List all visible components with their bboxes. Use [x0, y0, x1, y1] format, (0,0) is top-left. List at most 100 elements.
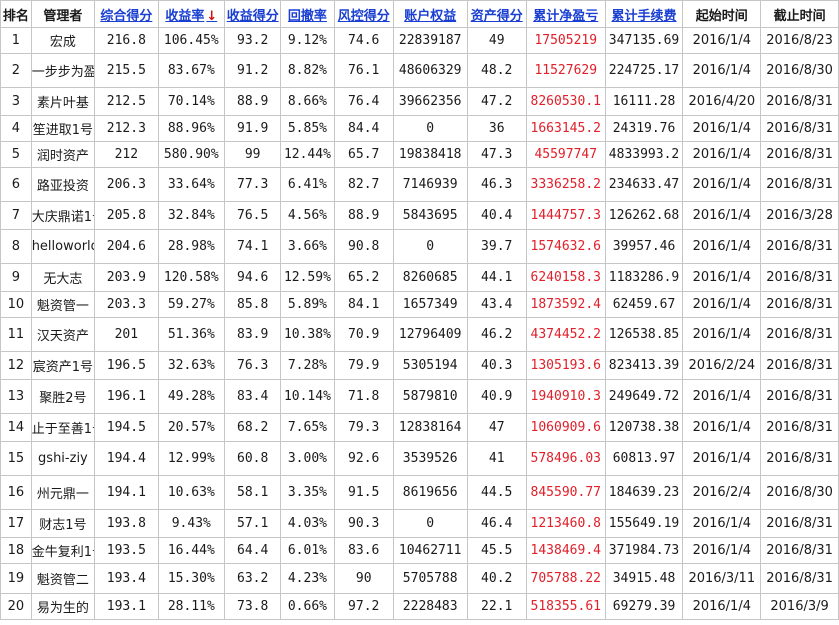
table-row[interactable]: 3 素片叶基 212.5 70.14% 88.9 8.66% 76.4 39662356 47.…: [0, 87, 839, 116]
cell-cumulative-fees: 249649.72: [604, 379, 684, 414]
cell-manager[interactable]: 魁资管二: [30, 563, 96, 594]
cell-manager[interactable]: 州元鼎一: [30, 475, 96, 510]
column-header-asset-score[interactable]: 资产得分: [466, 0, 527, 28]
cell-drawdown-rate: 8.82%: [280, 53, 335, 88]
cell-composite-score: 204.6: [94, 229, 159, 264]
table-row[interactable]: 9 无大志 203.9 120.58% 94.6 12.59% 65.2 8260685 44.…: [0, 263, 839, 292]
column-header-composite-score[interactable]: 综合得分: [94, 0, 159, 28]
cell-asset-score: 36: [466, 115, 527, 142]
cell-return-score: 88.9: [224, 87, 282, 116]
cell-asset-score: 40.9: [466, 379, 527, 414]
cell-manager[interactable]: 止于至善1号: [30, 413, 96, 442]
cell-manager[interactable]: 无大志: [30, 263, 96, 292]
cell-manager[interactable]: 润时资产: [30, 141, 96, 168]
table-row[interactable]: 5 润时资产 212 580.90% 99 12.44% 65.7 19838418 47.3 4…: [0, 141, 839, 168]
table-row[interactable]: 14止于至善1号194.520.57%68.27.65%79.312838164…: [0, 413, 839, 442]
cell-risk-score: 76.1: [333, 53, 394, 88]
cell-manager[interactable]: 宏成: [30, 27, 96, 54]
cell-asset-score: 40.4: [466, 201, 527, 230]
table-row[interactable]: 4 笙进取1号 212.3 88.96% 91.9 5.85% 84.4 0 36 1663145…: [0, 115, 839, 142]
column-header-return-score[interactable]: 收益得分: [224, 0, 282, 28]
cell-cumulative-fees: 39957.46: [604, 229, 684, 264]
cell-manager[interactable]: 易为生的: [30, 593, 96, 620]
column-header-account-equity[interactable]: 账户权益: [392, 0, 468, 28]
cell-manager[interactable]: 一步步为盈: [30, 53, 96, 88]
column-header-return-rate[interactable]: 收益率 ↓: [157, 0, 226, 28]
cell-start-date: 2016/2/4: [682, 475, 762, 510]
cell-return-score: 74.1: [224, 229, 282, 264]
cell-account-equity: 5705788: [392, 563, 468, 594]
cell-start-date: 2016/1/4: [682, 201, 762, 230]
cell-manager[interactable]: 宸资产1号: [30, 351, 96, 380]
column-header-cumulative-net-pnl[interactable]: 累计净盈亏: [525, 0, 606, 28]
table-row[interactable]: 16 州元鼎一 194.1 10.63% 58.1 3.35% 91.5 8619656 44.…: [0, 475, 839, 510]
cell-cumulative-net-pnl: 1940910.3: [525, 379, 606, 414]
table-row[interactable]: 15 gshi-ziy 194.4 12.99% 60.8 3.00% 92.6 353952…: [0, 441, 839, 476]
column-header-label: 管理者: [43, 8, 83, 24]
cell-cumulative-fees: 120738.38: [604, 413, 684, 442]
cell-start-date: 2016/1/4: [682, 167, 762, 202]
cell-cumulative-net-pnl: 845590.77: [525, 475, 606, 510]
column-header-drawdown-rate[interactable]: 回撤率: [280, 0, 335, 28]
column-header-cumulative-fees[interactable]: 累计手续费: [604, 0, 684, 28]
cell-cumulative-fees: 4833993.2: [604, 141, 684, 168]
cell-cumulative-net-pnl: 578496.03: [525, 441, 606, 476]
cell-rank: 20: [0, 593, 32, 620]
table-row[interactable]: 8 helloworld 204.6 28.98% 74.1 3.66% 90.8 0 39.7…: [0, 229, 839, 264]
cell-rank: 12: [0, 351, 32, 380]
cell-risk-score: 84.4: [333, 115, 394, 142]
cell-end-date: 2016/8/31: [760, 563, 839, 594]
cell-return-score: 64.4: [224, 537, 282, 564]
cell-cumulative-net-pnl: 1444757.3: [525, 201, 606, 230]
cell-end-date: 2016/3/28: [760, 201, 839, 230]
table-row[interactable]: 18金牛复利1号193.516.44%64.46.01%83.610462711…: [0, 537, 839, 564]
cell-return-rate: 15.30%: [157, 563, 226, 594]
cell-composite-score: 215.5: [94, 53, 159, 88]
cell-return-rate: 59.27%: [157, 291, 226, 318]
cell-return-rate: 70.14%: [157, 87, 226, 116]
cell-risk-score: 70.9: [333, 317, 394, 352]
cell-manager[interactable]: 汉天资产: [30, 317, 96, 352]
cell-return-score: 73.8: [224, 593, 282, 620]
column-header-label: 累计手续费: [611, 8, 677, 24]
cell-account-equity: 0: [392, 509, 468, 538]
cell-return-score: 83.9: [224, 317, 282, 352]
table-row[interactable]: 1 宏成 216.8 106.45% 93.2 9.12% 74.6 22839187 49 17…: [0, 27, 839, 54]
table-row[interactable]: 10 魁资管一 203.3 59.27% 85.8 5.89% 84.1 1657349 43.…: [0, 291, 839, 318]
table-row[interactable]: 2 一步步为盈 215.5 83.67% 91.2 8.82% 76.1 48606329 48…: [0, 53, 839, 88]
table-row[interactable]: 11 汉天资产 201 51.36% 83.9 10.38% 70.9 12796409 46.…: [0, 317, 839, 352]
column-header-risk-score[interactable]: 风控得分: [333, 0, 394, 28]
table-row[interactable]: 12 宸资产1号 196.5 32.63% 76.3 7.28% 79.9 5305194 40…: [0, 351, 839, 380]
table-row[interactable]: 20 易为生的 193.1 28.11% 73.8 0.66% 97.2 2228483 22.…: [0, 593, 839, 620]
table-row[interactable]: 17 财志1号 193.8 9.43% 57.1 4.03% 90.3 0 46.4 121346…: [0, 509, 839, 538]
cell-manager[interactable]: 大庆鼎诺1号: [30, 201, 96, 230]
column-header-label: 排名: [2, 8, 29, 24]
cell-asset-score: 39.7: [466, 229, 527, 264]
cell-manager[interactable]: 魁资管一: [30, 291, 96, 318]
cell-cumulative-fees: 69279.39: [604, 593, 684, 620]
cell-asset-score: 40.2: [466, 563, 527, 594]
cell-manager[interactable]: helloworld: [30, 229, 96, 264]
table-row[interactable]: 13 聚胜2号 196.1 49.28% 83.4 10.14% 71.8 5879810 40…: [0, 379, 839, 414]
column-header-label: 累计净盈亏: [533, 8, 599, 24]
cell-manager[interactable]: 财志1号: [30, 509, 96, 538]
table-row[interactable]: 7大庆鼎诺1号205.832.84%76.54.56%88.9584369540…: [0, 201, 839, 230]
cell-manager[interactable]: 聚胜2号: [30, 379, 96, 414]
cell-rank: 13: [0, 379, 32, 414]
cell-manager[interactable]: 金牛复利1号: [30, 537, 96, 564]
table-row[interactable]: 19 魁资管二 193.4 15.30% 63.2 4.23% 90 5705788 40.2 7…: [0, 563, 839, 594]
cell-rank: 5: [0, 141, 32, 168]
cell-return-score: 99: [224, 141, 282, 168]
cell-manager[interactable]: 素片叶基: [30, 87, 96, 116]
cell-manager[interactable]: 笙进取1号: [30, 115, 96, 142]
cell-asset-score: 46.2: [466, 317, 527, 352]
cell-cumulative-net-pnl: 1305193.6: [525, 351, 606, 380]
cell-manager[interactable]: gshi-ziy: [30, 441, 96, 476]
cell-rank: 19: [0, 563, 32, 594]
cell-manager[interactable]: 路亚投资: [30, 167, 96, 202]
table-row[interactable]: 6 路亚投资 206.3 33.64% 77.3 6.41% 82.7 7146939 46.3…: [0, 167, 839, 202]
cell-account-equity: 3539526: [392, 441, 468, 476]
cell-return-score: 60.8: [224, 441, 282, 476]
cell-end-date: 2016/8/31: [760, 115, 839, 142]
column-header-label: 资产得分: [470, 8, 523, 24]
